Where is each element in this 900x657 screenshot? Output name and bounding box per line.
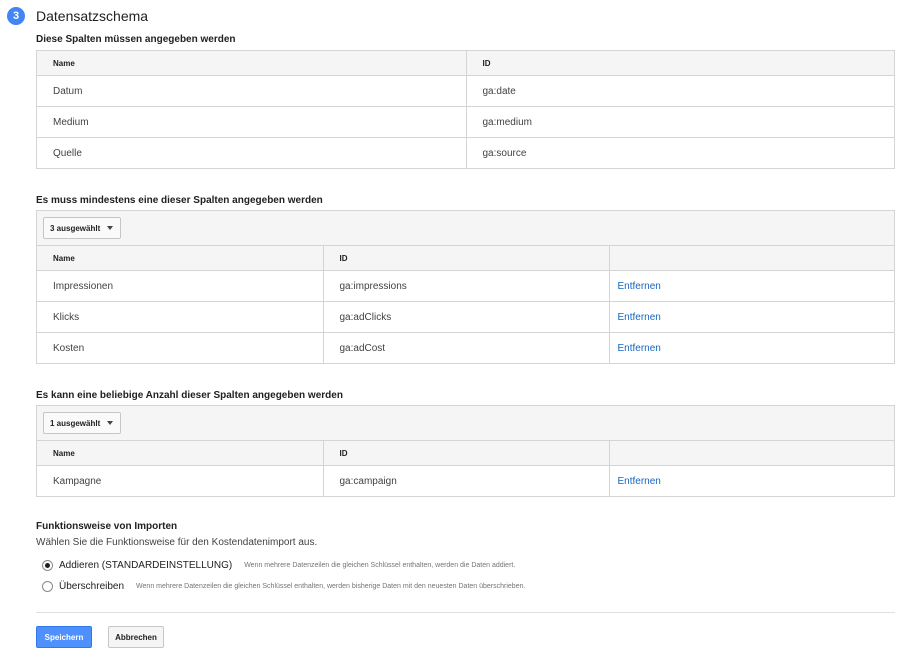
table-row: Impressionen ga:impressions Entfernen	[37, 270, 894, 302]
step-title: Datensatzschema	[36, 8, 149, 24]
caret-down-icon	[107, 226, 114, 230]
column-header-name: Name	[37, 51, 467, 76]
radio-option-add[interactable]: Addieren (STANDARDEINSTELLUNG) Wenn mehr…	[42, 560, 515, 571]
atleast-select-dropdown[interactable]: 3 ausgewählt	[43, 217, 122, 239]
column-name: Quelle	[37, 137, 467, 168]
optional-select-dropdown[interactable]: 1 ausgewählt	[43, 412, 122, 434]
table-row: Datum ga:date	[37, 75, 894, 107]
table-row: Medium ga:medium	[37, 106, 894, 138]
radio-description: Wenn mehrere Datenzeilen die gleichen Sc…	[136, 583, 526, 590]
radio-option-overwrite[interactable]: Überschreiben Wenn mehrere Datenzeilen d…	[42, 581, 525, 592]
table-header-row: Name ID	[37, 441, 894, 466]
import-behaviour-subtitle: Wählen Sie die Funktionsweise für den Ko…	[36, 537, 318, 548]
table-row: Kampagne ga:campaign Entfernen	[37, 465, 894, 496]
table-row: Klicks ga:adClicks Entfernen	[37, 301, 894, 333]
radio-unchecked-icon[interactable]	[42, 581, 53, 592]
radio-label: Addieren (STANDARDEINSTELLUNG)	[59, 560, 233, 571]
atleast-columns-table: 3 ausgewählt Name ID Impressionen ga:imp…	[36, 210, 895, 364]
column-id: ga:source	[465, 137, 894, 168]
remove-link[interactable]: Entfernen	[608, 465, 894, 496]
column-header-id: ID	[465, 51, 894, 76]
required-columns-table: Name ID Datum ga:date Medium ga:medium Q…	[36, 50, 895, 169]
remove-link[interactable]: Entfernen	[608, 301, 894, 333]
column-id: ga:impressions	[322, 270, 610, 302]
step-number-badge: 3	[7, 7, 25, 25]
dropdown-label: 1 ausgewählt	[50, 418, 101, 428]
column-header-action	[608, 246, 894, 271]
column-name: Klicks	[37, 301, 324, 333]
table-header-row: Name ID	[37, 51, 894, 76]
divider	[36, 612, 895, 613]
column-name: Kampagne	[37, 465, 324, 496]
cancel-button[interactable]: Abbrechen	[108, 626, 164, 648]
column-id: ga:adClicks	[322, 301, 610, 333]
table-toolbar: 3 ausgewählt	[37, 211, 894, 246]
table-row: Kosten ga:adCost Entfernen	[37, 332, 894, 363]
column-name: Impressionen	[37, 270, 324, 302]
step-header: 3 Datensatzschema	[7, 7, 148, 25]
column-header-name: Name	[37, 246, 324, 271]
radio-description: Wenn mehrere Datenzeilen die gleichen Sc…	[244, 562, 516, 569]
column-id: ga:date	[465, 75, 894, 107]
optional-columns-title: Es kann eine beliebige Anzahl dieser Spa…	[36, 390, 343, 401]
table-toolbar: 1 ausgewählt	[37, 406, 894, 441]
column-id: ga:medium	[465, 106, 894, 138]
column-header-id: ID	[322, 246, 610, 271]
radio-checked-icon[interactable]	[42, 560, 53, 571]
column-id: ga:adCost	[322, 332, 610, 363]
remove-link[interactable]: Entfernen	[608, 332, 894, 363]
save-button[interactable]: Speichern	[36, 626, 92, 648]
atleast-columns-title: Es muss mindestens eine dieser Spalten a…	[36, 195, 323, 206]
radio-label: Überschreiben	[59, 581, 125, 592]
column-header-name: Name	[37, 441, 324, 466]
optional-columns-table: 1 ausgewählt Name ID Kampagne ga:campaig…	[36, 405, 895, 497]
column-header-action	[608, 441, 894, 466]
column-id: ga:campaign	[322, 465, 610, 496]
column-header-id: ID	[322, 441, 610, 466]
import-behaviour-title: Funktionsweise von Importen	[36, 521, 178, 532]
table-row: Quelle ga:source	[37, 137, 894, 168]
table-header-row: Name ID	[37, 246, 894, 271]
remove-link[interactable]: Entfernen	[608, 270, 894, 302]
column-name: Datum	[37, 75, 467, 107]
caret-down-icon	[107, 421, 114, 425]
required-columns-title: Diese Spalten müssen angegeben werden	[36, 34, 236, 45]
column-name: Kosten	[37, 332, 324, 363]
dropdown-label: 3 ausgewählt	[50, 223, 101, 233]
column-name: Medium	[37, 106, 467, 138]
